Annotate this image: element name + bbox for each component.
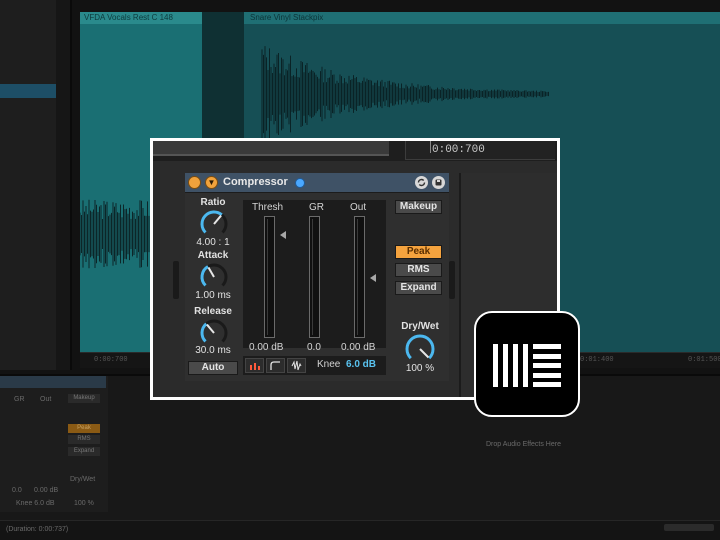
mini-device-title-bar[interactable] xyxy=(0,376,106,388)
meter-area: Thresh GR Out 0.00 dB 0.0 0.00 dB xyxy=(243,200,386,353)
attack-knob[interactable] xyxy=(199,262,229,292)
mini-out-label: Out xyxy=(40,396,52,403)
device-drag-handle-right[interactable] xyxy=(449,261,455,299)
drop-effects-hint: Drop Audio Effects Here xyxy=(486,441,561,448)
expand-button[interactable]: Expand xyxy=(395,281,442,295)
peak-button[interactable]: Peak xyxy=(395,245,442,259)
frame-top-strip-left xyxy=(153,141,389,156)
ruler-tick: 0:00:700 xyxy=(94,356,128,364)
activity-icon[interactable] xyxy=(287,358,306,373)
gain-reduction-meter xyxy=(309,216,320,338)
left-track-selection xyxy=(0,84,56,98)
collapse-icon[interactable] xyxy=(245,358,264,373)
logo-line xyxy=(533,344,561,349)
logo-line xyxy=(533,363,561,368)
left-scroll-strip[interactable] xyxy=(56,0,70,370)
logo-bar xyxy=(513,344,518,387)
device-status-dot xyxy=(295,178,305,188)
compressor-device: ▼ Compressor Ratio 4.00 : 1 Attack 1.00 … xyxy=(185,173,449,381)
release-knob[interactable] xyxy=(199,318,229,348)
ableton-live-logo xyxy=(474,311,580,417)
audio-clip-b-header[interactable]: Snare Vinyl Stackpix xyxy=(244,12,720,24)
out-value[interactable]: 0.00 dB xyxy=(341,342,375,353)
drywet-knob[interactable] xyxy=(404,333,436,365)
thresh-label: Thresh xyxy=(252,202,284,213)
mini-expand-button[interactable]: Expand xyxy=(68,447,100,456)
attack-label: Attack xyxy=(197,250,229,261)
graph-toolbar: Knee 6.0 dB xyxy=(243,356,386,375)
status-text: (Duration: 0:00:737) xyxy=(6,526,69,533)
mini-gr-value: 0.0 xyxy=(12,487,22,494)
rms-button[interactable]: RMS xyxy=(395,263,442,277)
out-label: Out xyxy=(350,202,367,213)
curve-icon[interactable] xyxy=(266,358,285,373)
mini-peak-button[interactable]: Peak xyxy=(68,424,100,433)
release-label: Release xyxy=(194,306,232,317)
status-bar: (Duration: 0:00:737) xyxy=(0,520,720,540)
status-scrollbar[interactable] xyxy=(664,524,714,531)
threshold-meter[interactable] xyxy=(264,216,275,338)
logo-line xyxy=(533,382,561,387)
ruler-tick: 0:01:500 xyxy=(688,356,720,364)
logo-line xyxy=(533,354,561,359)
drywet-value: 100 % xyxy=(405,363,435,374)
logo-bar xyxy=(523,344,528,387)
knee-label: Knee xyxy=(317,359,341,370)
knee-value[interactable]: 6.0 dB xyxy=(346,359,376,370)
ruler-tick: 0:01:400 xyxy=(580,356,614,364)
release-value: 30.0 ms xyxy=(195,345,231,356)
auto-release-button[interactable]: Auto xyxy=(188,361,238,375)
ratio-label: Ratio xyxy=(200,197,226,208)
save-icon[interactable] xyxy=(432,176,445,189)
time-marker xyxy=(430,141,431,153)
mini-drywet-value: 100 % xyxy=(74,500,94,507)
mini-gr-label: GR xyxy=(14,396,25,403)
makeup-button[interactable]: Makeup xyxy=(395,200,442,214)
mini-rms-button[interactable]: RMS xyxy=(68,435,100,444)
output-meter[interactable] xyxy=(354,216,365,338)
logo-line xyxy=(533,373,561,378)
logo-bar xyxy=(493,344,498,387)
gr-label: GR xyxy=(309,202,324,213)
device-fold-button[interactable]: ▼ xyxy=(205,176,218,189)
threshold-slider-arrow[interactable] xyxy=(280,231,286,239)
attack-value: 1.00 ms xyxy=(195,290,231,301)
mini-out-value: 0.00 dB xyxy=(34,487,59,494)
ratio-value: 4.00 : 1 xyxy=(196,237,230,248)
thresh-value[interactable]: 0.00 dB xyxy=(249,342,283,353)
logo-bar xyxy=(503,344,508,387)
ratio-knob[interactable] xyxy=(199,209,229,239)
time-readout: 0:00:700 xyxy=(432,144,485,156)
mini-makeup-button[interactable]: Makeup xyxy=(68,394,100,403)
audio-clip-a-header[interactable]: VFDA Vocals Rest C 148 xyxy=(80,12,202,24)
mini-drywet-label: Dry/Wet xyxy=(70,476,96,483)
mini-knee: Knee 6.0 dB xyxy=(16,500,55,507)
time-readout-box: 0:00:700 xyxy=(405,141,555,160)
device-power-button[interactable] xyxy=(188,176,201,189)
device-title-bar[interactable]: ▼ Compressor xyxy=(185,173,449,193)
output-slider-arrow[interactable] xyxy=(370,274,376,282)
loop-icon[interactable] xyxy=(415,176,428,189)
gr-value: 0.0 xyxy=(307,342,321,353)
drywet-label: Dry/Wet xyxy=(401,321,439,332)
device-drag-handle-left[interactable] xyxy=(173,261,179,299)
device-title: Compressor xyxy=(223,176,288,188)
